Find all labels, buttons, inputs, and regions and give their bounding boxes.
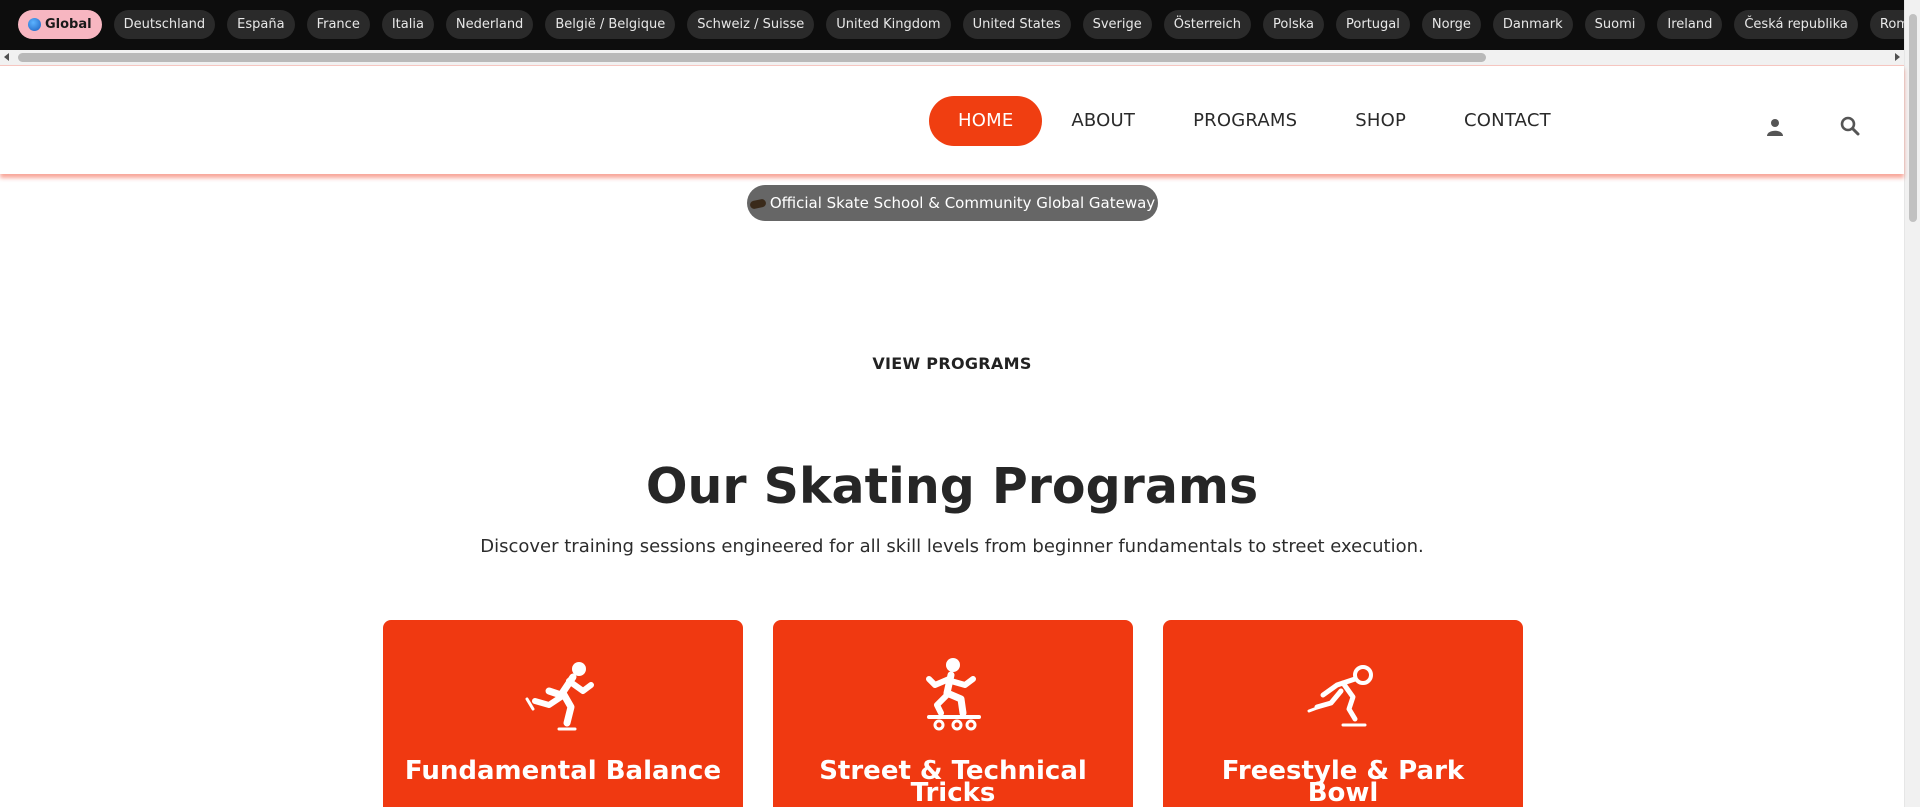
country-pill[interactable]: Österreich [1163, 10, 1252, 39]
country-pill[interactable]: Deutschland [113, 10, 216, 39]
program-card[interactable]: Street & Technical Tricks [773, 620, 1133, 807]
program-card[interactable]: Fundamental Balance [383, 620, 743, 807]
country-pill-label: United States [972, 17, 1061, 32]
skateboarder-icon [926, 658, 981, 731]
country-selector-bar: Global Deutschland España France Italia Neder… [0, 0, 1904, 50]
horizontal-scrollbar-thumb[interactable] [18, 53, 1486, 62]
country-pill[interactable]: Nederland [445, 10, 534, 39]
nav-shop[interactable]: SHOP [1326, 96, 1435, 146]
country-pill-label: Nederland [455, 17, 524, 32]
country-pill[interactable]: România [1869, 10, 1904, 39]
country-pill-label: Schweiz / Suisse [697, 17, 805, 32]
scroll-left-arrow-icon[interactable] [4, 53, 9, 61]
skateboard-icon [749, 197, 767, 210]
main-nav: HOME ABOUT PROGRAMS SHOP CONTACT [929, 96, 1580, 146]
globe-icon [28, 18, 41, 31]
country-pill-label: Danmark [1502, 17, 1563, 32]
page: Global Deutschland España France Italia Neder… [0, 0, 1920, 807]
nav-programs[interactable]: PROGRAMS [1164, 96, 1326, 146]
program-card-title: Freestyle & Park Bowl [1221, 756, 1465, 807]
country-pill-label: Deutschland [123, 17, 206, 32]
program-card-title: Fundamental Balance [404, 756, 722, 786]
nav-about[interactable]: ABOUT [1042, 96, 1164, 146]
country-pill[interactable]: België / Belgique [545, 10, 676, 39]
country-pill[interactable]: United States [962, 10, 1071, 39]
program-card-title: Street & Technical Tricks [819, 756, 1087, 807]
country-pill[interactable]: Portugal [1336, 10, 1410, 39]
country-pill-label: Portugal [1346, 17, 1400, 32]
country-pill-label: Polska [1273, 17, 1315, 32]
country-pill[interactable]: Schweiz / Suisse [687, 10, 815, 39]
section-title: Our Skating Programs [645, 458, 1259, 515]
vertical-scrollbar-thumb[interactable] [1909, 14, 1917, 222]
country-pill-label: United Kingdom [836, 17, 941, 32]
country-pill-label: România [1879, 17, 1904, 32]
vertical-scrollbar[interactable] [1904, 0, 1920, 807]
horizontal-scrollbar[interactable] [0, 50, 1904, 65]
country-pill[interactable]: España [227, 10, 295, 39]
country-pill[interactable]: Polska [1263, 10, 1325, 39]
country-pill[interactable]: Česká republika [1734, 10, 1858, 39]
country-pill-label: Česká republika [1744, 17, 1848, 32]
search-icon[interactable] [1840, 116, 1860, 136]
country-pill-label: België / Belgique [555, 17, 666, 32]
country-pill[interactable]: Suomi [1584, 10, 1646, 39]
country-list: Global Deutschland España France Italia Neder… [18, 10, 1904, 39]
country-pill[interactable]: France [306, 10, 370, 39]
speed-skater-icon [1307, 665, 1373, 727]
gateway-badge-text: Official Skate School & Community Global… [769, 194, 1156, 212]
user-icon[interactable] [1766, 118, 1784, 136]
view-programs-link[interactable]: VIEW PROGRAMS [0, 354, 1904, 373]
program-card[interactable]: Freestyle & Park Bowl [1163, 620, 1523, 807]
nav-contact[interactable]: CONTACT [1435, 96, 1580, 146]
country-pill-label: Norge [1431, 17, 1471, 32]
ice-skater-icon [525, 662, 594, 731]
country-pill-global[interactable]: Global [18, 10, 102, 39]
country-pill[interactable]: Ireland [1657, 10, 1723, 39]
country-pill-label: Ireland [1667, 17, 1713, 32]
country-pill[interactable]: Sverige [1082, 10, 1152, 39]
country-pill[interactable]: United Kingdom [826, 10, 951, 39]
country-pill-label: España [237, 17, 285, 32]
nav-home[interactable]: HOME [929, 96, 1043, 146]
country-pill-label: Sverige [1092, 17, 1142, 32]
country-pill-label: Österreich [1173, 17, 1242, 32]
country-pill[interactable]: Italia [381, 10, 434, 39]
program-cards: Fundamental Balance Street & Technical T… [383, 620, 1523, 807]
scroll-right-arrow-icon[interactable] [1895, 53, 1900, 61]
country-pill-label: France [316, 17, 360, 32]
country-pill-label: Italia [391, 17, 424, 32]
country-pill[interactable]: Danmark [1492, 10, 1573, 39]
country-pill-label: Global [45, 17, 92, 32]
site-header: HOME ABOUT PROGRAMS SHOP CONTACT [0, 65, 1904, 174]
country-pill-label: Suomi [1594, 17, 1636, 32]
gateway-badge: Official Skate School & Community Global… [747, 185, 1158, 221]
section-subtitle: Discover training sessions engineered fo… [480, 536, 1424, 557]
country-pill[interactable]: Norge [1421, 10, 1481, 39]
